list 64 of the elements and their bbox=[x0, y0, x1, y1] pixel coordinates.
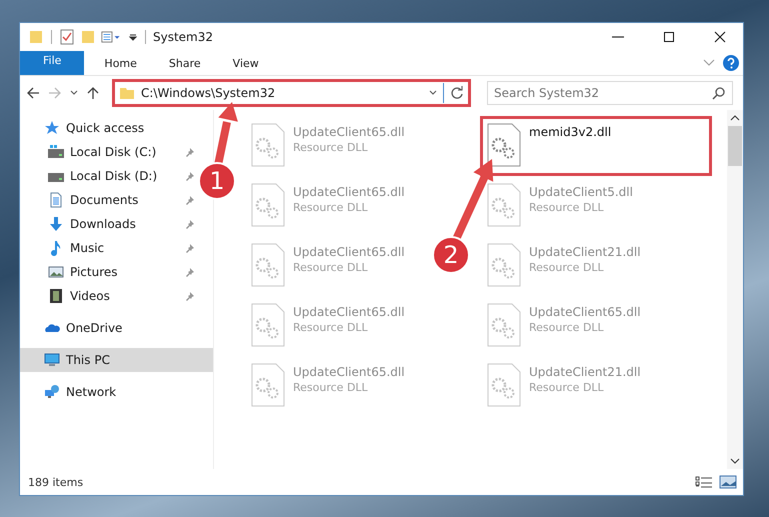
details-view-icon[interactable] bbox=[695, 475, 713, 489]
file-type: Resource DLL bbox=[529, 321, 605, 334]
search-field[interactable]: Search System32 bbox=[487, 81, 733, 105]
nav-item[interactable]: Music bbox=[20, 236, 195, 260]
properties-icon[interactable] bbox=[59, 29, 75, 45]
nav-item[interactable]: Documents bbox=[20, 188, 195, 212]
pin-icon bbox=[185, 291, 195, 301]
search-icon bbox=[712, 86, 726, 100]
item-count: 189 items bbox=[28, 476, 84, 488]
nav-item[interactable]: Videos bbox=[20, 284, 195, 308]
refresh-icon[interactable] bbox=[450, 86, 464, 100]
ribbon-tab[interactable]: View bbox=[216, 51, 275, 75]
close-icon bbox=[714, 31, 726, 43]
file-type: Resource DLL bbox=[529, 381, 605, 394]
drive-icon bbox=[48, 144, 64, 160]
file-type: Resource DLL bbox=[293, 141, 369, 154]
up-arrow-icon[interactable] bbox=[86, 86, 100, 100]
pin-icon bbox=[185, 267, 195, 277]
chevron-down-icon[interactable] bbox=[429, 90, 437, 96]
chevron-down-icon[interactable] bbox=[70, 90, 78, 96]
star-icon bbox=[44, 120, 60, 136]
scrollbar[interactable] bbox=[727, 110, 743, 469]
chevron-down-icon[interactable] bbox=[730, 458, 740, 464]
file-type: Resource DLL bbox=[529, 261, 605, 274]
download-arrow-icon bbox=[48, 216, 64, 232]
file-type: Resource DLL bbox=[293, 201, 369, 214]
large-icons-view-icon[interactable] bbox=[719, 475, 737, 489]
file-type: Resource DLL bbox=[293, 381, 369, 394]
pin-icon bbox=[185, 171, 195, 181]
file-type: Resource DLL bbox=[293, 261, 369, 274]
nav-item[interactable]: Pictures bbox=[20, 260, 195, 284]
pin-icon bbox=[185, 219, 195, 229]
nav-item[interactable]: Quick access bbox=[20, 116, 195, 140]
monitor-icon bbox=[44, 352, 60, 368]
file-name[interactable]: memid3v2.dll bbox=[529, 125, 612, 139]
address-bar[interactable]: C:\Windows\System32 bbox=[112, 79, 471, 107]
pin-icon bbox=[185, 147, 195, 157]
window-title: System32 bbox=[153, 30, 214, 44]
nav-item[interactable]: OneDrive bbox=[20, 316, 195, 340]
folder-icon bbox=[119, 85, 135, 101]
file-menu-tab[interactable]: File bbox=[20, 51, 84, 75]
pin-icon bbox=[185, 243, 195, 253]
ribbon-tab[interactable]: Home bbox=[88, 51, 153, 75]
nav-item[interactable]: Downloads bbox=[20, 212, 195, 236]
film-icon bbox=[48, 288, 64, 304]
ribbon-tab[interactable]: Share bbox=[152, 51, 217, 75]
network-icon bbox=[44, 384, 60, 400]
pin-icon bbox=[185, 195, 195, 205]
nav-item[interactable]: This PC bbox=[20, 348, 213, 372]
minimize-icon bbox=[612, 36, 624, 38]
caret-icon[interactable] bbox=[128, 32, 138, 42]
help-icon[interactable] bbox=[723, 55, 739, 71]
chevron-up-icon[interactable] bbox=[730, 115, 740, 121]
picture-icon bbox=[48, 264, 64, 280]
back-arrow-icon[interactable] bbox=[26, 86, 40, 100]
scrollbar-thumb[interactable] bbox=[728, 126, 742, 166]
nav-item[interactable]: Local Disk (D:) bbox=[20, 164, 195, 188]
nav-item[interactable]: Network bbox=[20, 380, 195, 404]
file-type: Resource DLL bbox=[529, 201, 605, 214]
maximize-icon bbox=[663, 31, 675, 43]
document-icon bbox=[48, 192, 64, 208]
file-type: Resource DLL bbox=[293, 321, 369, 334]
gear-file-icon[interactable] bbox=[487, 123, 521, 167]
nav-item[interactable]: Local Disk (C:) bbox=[20, 140, 195, 164]
